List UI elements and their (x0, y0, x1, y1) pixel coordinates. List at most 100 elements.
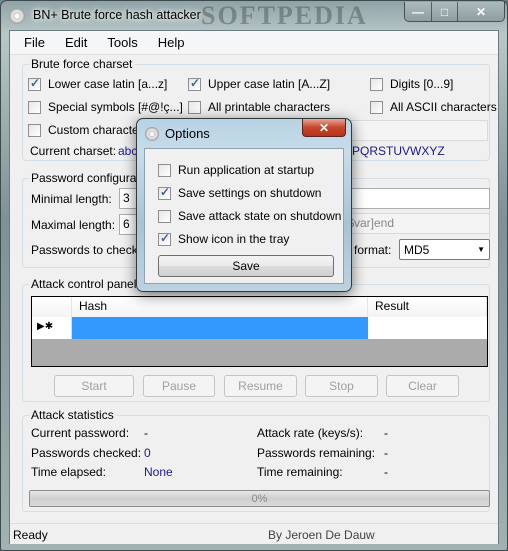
stop-button[interactable]: Stop (305, 375, 378, 397)
app-gear-icon (9, 8, 25, 24)
result-cell[interactable] (368, 317, 487, 339)
maximize-icon: □ (440, 4, 449, 19)
minimize-button[interactable]: — (405, 2, 432, 21)
passwords-remaining-value: - (384, 446, 388, 460)
start-button[interactable]: Start (54, 375, 134, 397)
time-remaining-value: - (384, 465, 388, 479)
hash-grid[interactable]: Hash Result ▶✱ (31, 296, 488, 367)
watermark: SOFTPEDIA (201, 1, 368, 30)
checkbox-box[interactable] (158, 231, 171, 246)
all-printable-checkbox[interactable]: All printable characters (188, 100, 330, 114)
grid-column-result[interactable]: Result (368, 297, 487, 317)
attack-rate-label: Attack rate (keys/s): (257, 426, 364, 440)
attack-control-legend: Attack control panel (29, 277, 139, 291)
resume-button[interactable]: Resume (224, 375, 297, 397)
checkbox-box[interactable] (370, 100, 383, 114)
checkbox-box[interactable] (188, 76, 201, 91)
all-ascii-checkbox[interactable]: All ASCII characters (370, 100, 497, 114)
checkbox-box[interactable] (158, 163, 171, 177)
author-text: By Jeroen De Dauw (268, 528, 375, 542)
current-password-value: - (144, 426, 148, 440)
close-button[interactable]: ✕ (458, 2, 504, 21)
menu-help[interactable]: Help (151, 33, 192, 52)
caption-buttons: — □ ✕ (404, 2, 505, 22)
hash-format-select[interactable]: MD5 ▼ (399, 239, 490, 260)
checkbox-box[interactable] (158, 209, 171, 223)
new-row-marker-icon: ▶✱ (32, 317, 72, 339)
save-attack-state-checkbox[interactable]: Save attack state on shutdown (158, 209, 341, 223)
checkbox-label: Save settings on shutdown (178, 186, 322, 200)
status-text: Ready (13, 528, 48, 542)
dialog-close-button[interactable]: ✕ (302, 119, 346, 137)
current-charset-value-end: PQRSTUVWXYZ (352, 144, 445, 158)
checkbox-box[interactable] (188, 100, 201, 114)
checkbox-label: Special symbols [#@!ç...] (48, 100, 183, 114)
checkbox-label: Run application at startup (178, 163, 315, 177)
lowercase-checkbox[interactable]: Lower case latin [a...z] (28, 76, 168, 91)
attack-rate-value: - (384, 426, 388, 440)
time-elapsed-label: Time elapsed: (31, 465, 106, 479)
digits-checkbox[interactable]: Digits [0...9] (370, 77, 453, 91)
dropdown-arrow-icon: ▼ (477, 245, 485, 254)
grid-column-hash[interactable]: Hash (72, 297, 368, 317)
checkbox-box[interactable] (28, 123, 41, 137)
save-settings-checkbox[interactable]: Save settings on shutdown (158, 185, 322, 200)
passwords-to-check-label: Passwords to check: (31, 243, 142, 257)
table-row[interactable]: ▶✱ (32, 317, 487, 339)
checkbox-box[interactable] (158, 185, 171, 200)
time-elapsed-value: None (144, 465, 173, 479)
title-bar[interactable]: SOFTPEDIA BN+ Brute force hash attacker … (1, 1, 507, 31)
window-title: BN+ Brute force hash attacker (33, 8, 201, 22)
checkbox-label: All ASCII characters (390, 100, 497, 114)
progress-text: 0% (251, 492, 268, 505)
special-symbols-checkbox[interactable]: Special symbols [#@!ç...] (28, 100, 183, 114)
show-tray-icon-checkbox[interactable]: Show icon in the tray (158, 231, 290, 246)
dialog-title: Options (165, 126, 210, 141)
menu-edit[interactable]: Edit (58, 33, 94, 52)
attack-progress-bar: 0% (29, 490, 490, 507)
pause-button[interactable]: Pause (143, 375, 215, 397)
checkbox-label: Lower case latin [a...z] (48, 77, 168, 91)
options-dialog: Options ✕ Run application at startup Sav… (136, 118, 352, 292)
menu-bar: File Edit Tools Help (10, 31, 498, 55)
checkbox-label: All printable characters (208, 100, 331, 114)
maximize-button[interactable]: □ (432, 2, 458, 21)
minimize-icon: — (412, 4, 424, 19)
passwords-checked-label: Passwords checked: (31, 446, 142, 460)
grid-corner-header (32, 297, 72, 317)
current-charset-label: Current charset: (30, 144, 117, 158)
menu-tools[interactable]: Tools (100, 33, 144, 52)
hash-cell[interactable] (72, 317, 368, 339)
current-charset-value-start: abc (118, 144, 138, 158)
grid-header: Hash Result (32, 297, 487, 317)
checkbox-label: Upper case latin [A...Z] (208, 77, 331, 91)
time-remaining-label: Time remaining: (257, 465, 343, 479)
format-label: format: (354, 243, 392, 257)
dialog-client: Run application at startup Save settings… (144, 148, 344, 284)
passwords-checked-value: 0 (144, 446, 151, 460)
checkbox-label: Digits [0...9] (390, 77, 454, 91)
checkbox-label: Show icon in the tray (178, 232, 290, 246)
attack-statistics-legend: Attack statistics (29, 408, 116, 422)
status-bar: Ready By Jeroen De Dauw (10, 523, 498, 544)
checkbox-box[interactable] (28, 76, 41, 91)
dialog-gear-icon (145, 127, 159, 141)
run-at-startup-checkbox[interactable]: Run application at startup (158, 163, 314, 177)
clear-button[interactable]: Clear (386, 375, 459, 397)
uppercase-checkbox[interactable]: Upper case latin [A...Z] (188, 76, 331, 91)
menu-file[interactable]: File (17, 33, 52, 52)
close-icon: ✕ (475, 4, 487, 19)
min-length-label: Minimal length: (31, 192, 112, 206)
current-password-label: Current password: (31, 426, 130, 440)
pattern-template-input[interactable]: [$var]end (340, 213, 490, 234)
close-icon: ✕ (318, 120, 330, 135)
save-button[interactable]: Save (158, 255, 334, 277)
checkbox-box[interactable] (28, 100, 41, 114)
pattern-input[interactable] (340, 188, 490, 209)
hash-format-value: MD5 (404, 242, 430, 257)
passwords-remaining-label: Passwords remaining: (257, 446, 376, 460)
max-length-label: Maximal length: (31, 218, 116, 232)
checkbox-label: Save attack state on shutdown (178, 209, 342, 223)
charset-legend: Brute force charset (29, 57, 135, 71)
checkbox-box[interactable] (370, 77, 383, 91)
